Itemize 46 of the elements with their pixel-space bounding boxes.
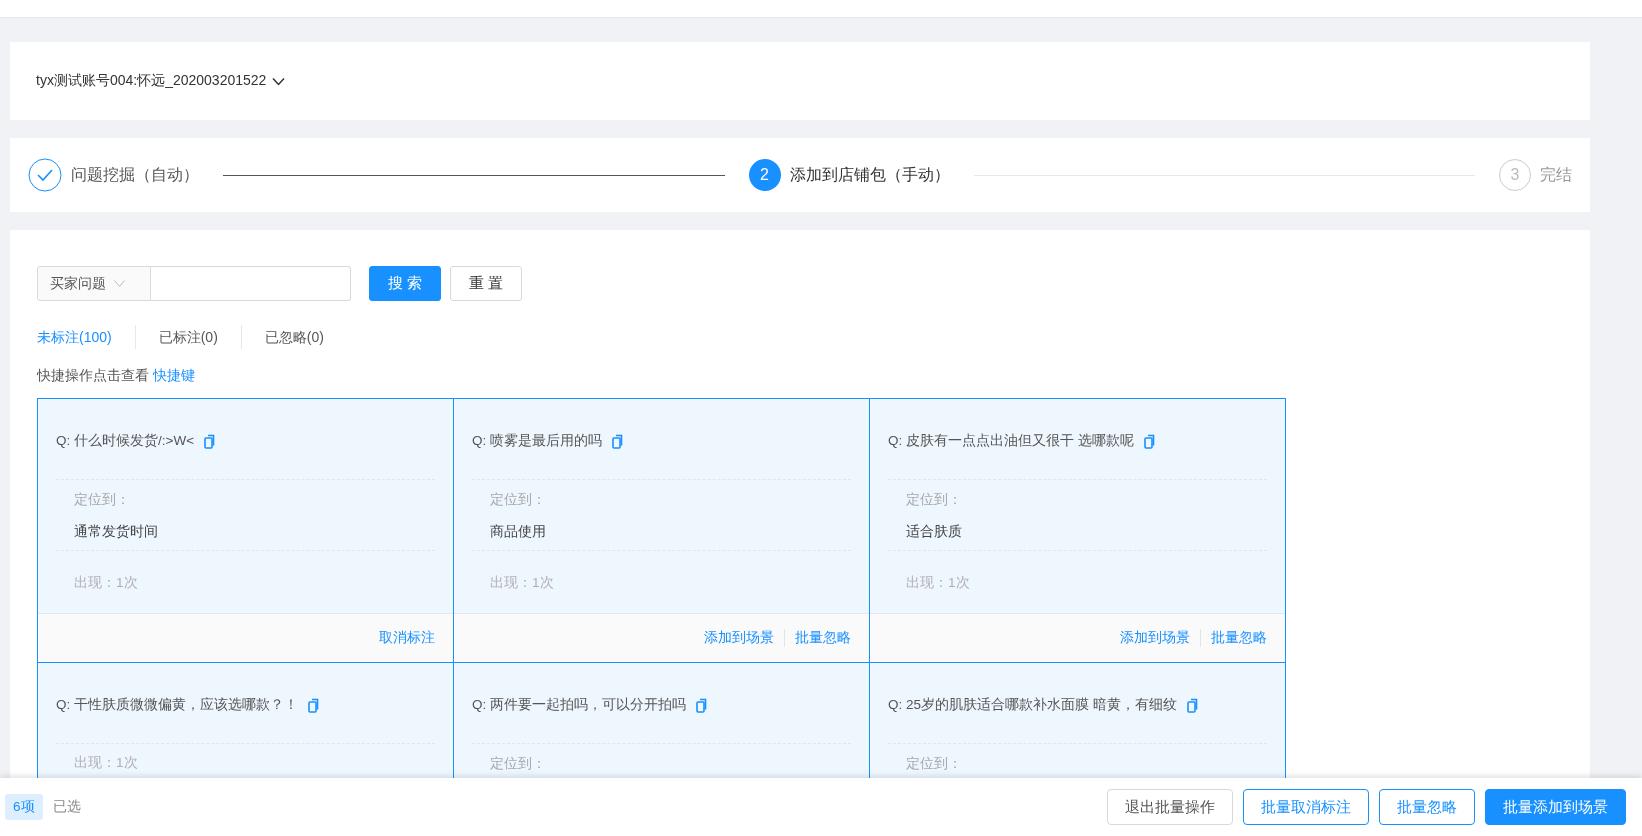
step-label: 完结: [1540, 164, 1572, 185]
occurrence-text: 出现：1次: [73, 754, 139, 772]
question-card[interactable]: Q: 干性肤质微微偏黄，应该选哪款？！ 出现：1次: [37, 662, 454, 778]
chevron-down-icon: [114, 280, 125, 287]
step-number: 2: [748, 159, 781, 191]
location-label: 定位到：: [906, 491, 963, 509]
question-text: Q: 皮肤有一点点出油但又很干 选哪款呢: [888, 432, 1134, 450]
field-select[interactable]: 买家问题: [37, 266, 151, 301]
location-label: 定位到：: [490, 491, 547, 509]
question-card[interactable]: Q: 什么时候发货/:>W< 定位到： 通常发货时间 出现：1次 取消标注: [37, 398, 454, 663]
location-label: 定位到：: [906, 755, 963, 773]
search-input[interactable]: [151, 266, 351, 301]
copy-icon[interactable]: [204, 433, 215, 449]
copy-icon[interactable]: [1186, 697, 1198, 713]
step-label: 问题挖掘（自动）: [71, 164, 199, 185]
step-label: 添加到店铺包（手动）: [789, 164, 950, 185]
shortcut-hint: 快捷操作点击查看 快捷键: [37, 366, 196, 385]
question-card[interactable]: Q: 喷雾是最后用的吗 定位到： 商品使用 出现：1次 添加到场景 批量忽略: [453, 398, 870, 663]
question-text: Q: 两件要一起拍吗，可以分开拍吗: [472, 696, 686, 714]
question-text: Q: 什么时候发货/:>W<: [56, 432, 194, 450]
reset-button[interactable]: 重 置: [450, 266, 522, 301]
chevron-down-icon: [272, 76, 286, 86]
selected-label: 已选: [52, 798, 81, 816]
location-value: 通常发货时间: [74, 523, 159, 541]
copy-icon[interactable]: [612, 433, 623, 449]
question-card[interactable]: Q: 皮肤有一点点出油但又很干 选哪款呢 定位到： 适合肤质 出现：1次 添加到场景 批量忽略: [869, 398, 1286, 663]
selected-count-badge: 6项: [5, 794, 43, 820]
copy-icon[interactable]: [696, 697, 707, 713]
location-label: 定位到：: [490, 755, 547, 773]
location-label: 定位到：: [74, 491, 131, 509]
location-value: 适合肤质: [906, 523, 963, 541]
question-text: Q: 25岁的肌肤适合哪款补水面膜 暗黄，有细纹: [888, 696, 1177, 714]
question-text: Q: 干性肤质微微偏黄，应该选哪款？！: [56, 696, 298, 714]
filter-tab[interactable]: 已忽略(0): [240, 325, 347, 349]
filter-tab[interactable]: 已标注(0): [134, 325, 241, 349]
copy-icon[interactable]: [1143, 433, 1155, 449]
batch-action-button[interactable]: 退出批量操作: [1107, 789, 1233, 825]
question-card[interactable]: Q: 25岁的肌肤适合哪款补水面膜 暗黄，有细纹 定位到：: [869, 662, 1286, 778]
account-dropdown[interactable]: tyx测试账号004:怀远_202003201522: [36, 72, 286, 90]
location-value: 商品使用: [490, 523, 547, 541]
question-card[interactable]: Q: 两件要一起拍吗，可以分开拍吗 定位到：: [453, 662, 870, 778]
copy-icon[interactable]: [308, 697, 319, 713]
occurrence-text: 出现：1次: [73, 574, 139, 592]
question-text: Q: 喷雾是最后用的吗: [472, 432, 602, 450]
occurrence-text: 出现：1次: [905, 574, 971, 592]
occurrence-text: 出现：1次: [489, 574, 555, 592]
